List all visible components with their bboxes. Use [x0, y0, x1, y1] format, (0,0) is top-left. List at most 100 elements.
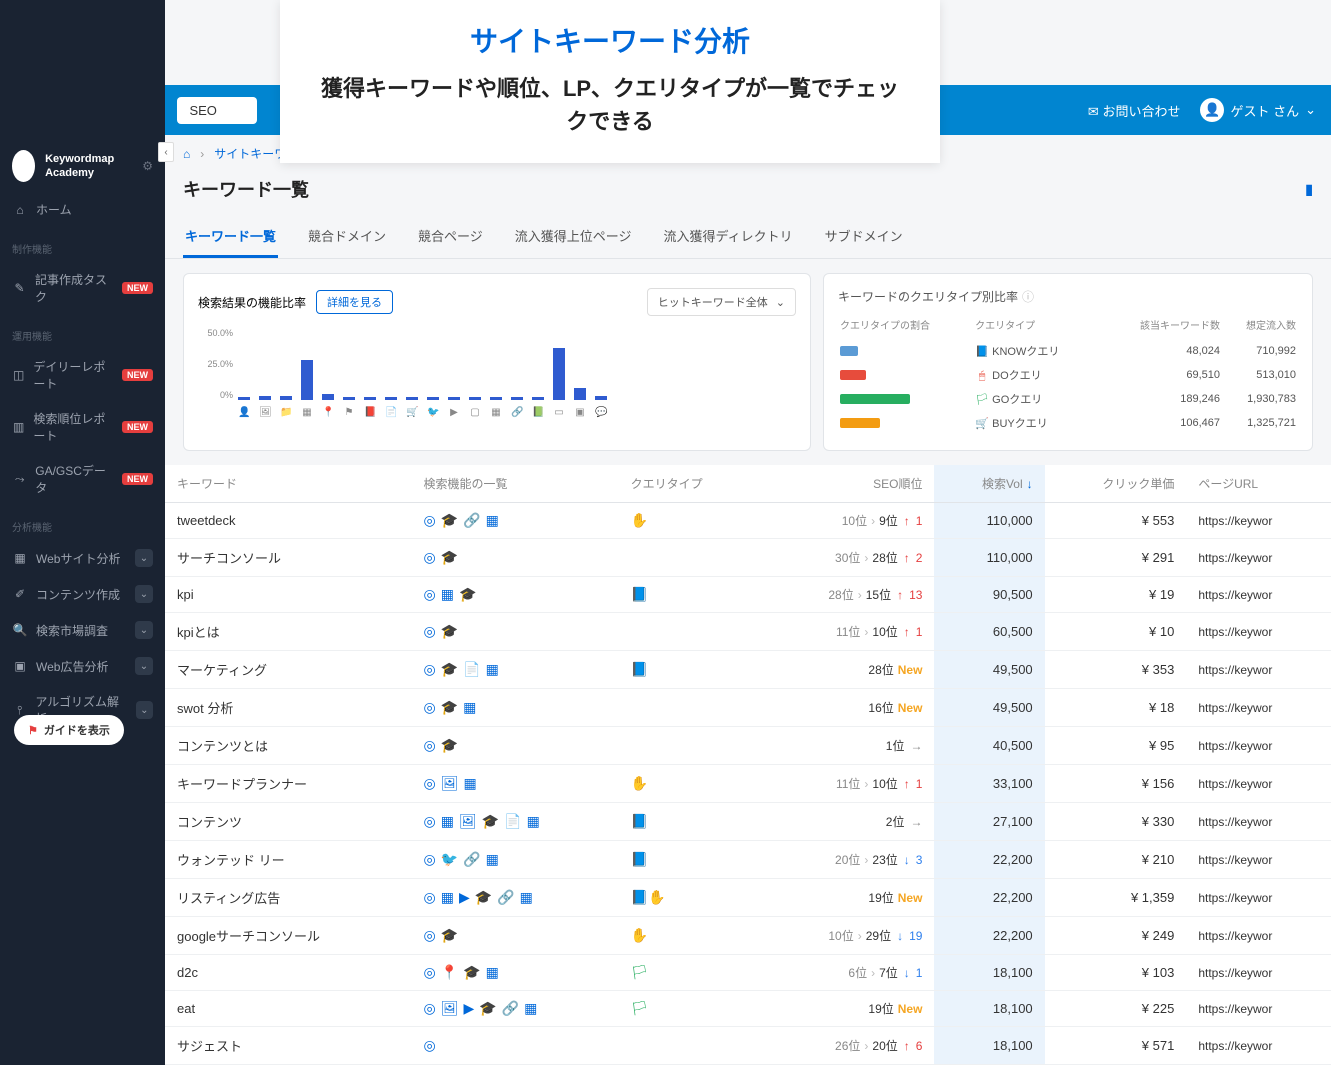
search-input[interactable]: SEO — [177, 97, 257, 124]
table-row[interactable]: コンテンツとは ◎🎓 1位→ 40,500 ¥ 95 https://keywo… — [165, 727, 1331, 765]
col-cpc[interactable]: クリック単価 — [1045, 465, 1187, 503]
feature-icon: ◎ — [423, 549, 435, 566]
chart-bar — [280, 396, 292, 400]
col-volume[interactable]: 検索Vol↓ — [934, 465, 1044, 503]
contact-link[interactable]: ✉ お問い合わせ — [1088, 101, 1181, 120]
feature-icon: 📍 — [441, 964, 458, 981]
sidebar-item-daily[interactable]: ◫ デイリーレポート NEW — [0, 349, 165, 401]
feature-icon: 📄 — [504, 813, 521, 830]
table-row[interactable]: kpi ◎▦🎓 📘 28位›15位↑13 90,500 ¥ 19 https:/… — [165, 577, 1331, 613]
sidebar-brand[interactable]: ✦ Keywordmap Academy ⚙ — [0, 140, 165, 192]
chevron-down-icon: ⌄ — [136, 701, 153, 719]
tab-5[interactable]: サブドメイン — [823, 216, 905, 258]
feature-icon: 🖼 — [441, 1000, 459, 1017]
feature-icon: 🎓 — [482, 813, 499, 830]
feature-icon: ◎ — [423, 851, 435, 868]
table-row[interactable]: swot 分析 ◎🎓▦ 16位New 49,500 ¥ 18 https://k… — [165, 689, 1331, 727]
sidebar-item-ads[interactable]: ▣ Web広告分析 ⌄ — [0, 648, 165, 684]
feature-icon: 🎓 — [463, 964, 480, 981]
feature-icon: ▦ — [463, 699, 476, 716]
feature-icon: 🎓 — [441, 699, 458, 716]
feature-icon: ◎ — [423, 737, 435, 754]
query-type-row: 🛒 BUYクエリ 106,467 1,325,721 — [840, 412, 1296, 434]
feature-icon: ▦ — [520, 889, 533, 906]
ads-icon: ▣ — [12, 659, 28, 673]
chevron-down-icon: ⌄ — [1305, 102, 1316, 118]
table-row[interactable]: コンテンツ ◎▦🖼🎓📄▦ 📘 2位→ 27,100 ¥ 330 https://… — [165, 803, 1331, 841]
guide-button[interactable]: ⚑ ガイドを表示 — [14, 715, 124, 745]
feature-icon: ◎ — [423, 623, 435, 640]
table-row[interactable]: リスティング広告 ◎▦▶🎓🔗▦ 📘✋ 19位New 22,200 ¥ 1,359… — [165, 879, 1331, 917]
sidebar-collapse-button[interactable]: ‹ — [158, 142, 174, 162]
table-row[interactable]: ウォンテッド リー ◎🐦🔗▦ 📘 20位›23位↓3 22,200 ¥ 210 … — [165, 841, 1331, 879]
table-row[interactable]: サーチコンソール ◎🎓 30位›28位↑2 110,000 ¥ 291 http… — [165, 539, 1331, 577]
feature-icon: 🎓 — [475, 889, 492, 906]
feature-icon: ▦ — [527, 813, 540, 830]
chart-bar — [259, 396, 271, 400]
chart-bar — [448, 397, 460, 400]
sidebar-item-task[interactable]: ✎ 記事作成タスク NEW — [0, 262, 165, 314]
feature-icon: ◎ — [423, 661, 435, 678]
col-url[interactable]: ページURL — [1186, 465, 1331, 503]
col-keyword[interactable]: キーワード — [165, 465, 411, 503]
user-menu[interactable]: 👤 ゲスト さん ⌄ — [1200, 98, 1316, 122]
flag-icon: ⚑ — [28, 724, 38, 737]
chart-bar — [532, 397, 544, 400]
feature-icon: ▦ — [486, 661, 499, 678]
feature-icon: ▦ — [486, 851, 499, 868]
tab-2[interactable]: 競合ページ — [416, 216, 485, 258]
feature-icon: ▦ — [441, 813, 454, 830]
tab-1[interactable]: 競合ドメイン — [306, 216, 388, 258]
sidebar-item-market[interactable]: 🔍 検索市場調査 ⌄ — [0, 612, 165, 648]
report-icon: ◫ — [12, 368, 25, 382]
chevron-down-icon: ⌄ — [135, 585, 153, 603]
sidebar-item-rank[interactable]: ▥ 検索順位レポート NEW — [0, 401, 165, 453]
chart-bar — [406, 397, 418, 400]
tab-4[interactable]: 流入獲得ディレクトリ — [662, 216, 795, 258]
panel-feature-ratio: 検索結果の機能比率 詳細を見る ヒットキーワード全体 ⌄ 50.0% 25.0%… — [183, 273, 811, 451]
table-row[interactable]: d2c ◎📍🎓▦ 🏳 6位›7位↓1 18,100 ¥ 103 https://… — [165, 955, 1331, 991]
chart-bar — [238, 397, 250, 400]
table-row[interactable]: googleサーチコンソール ◎🎓 ✋ 10位›29位↓19 22,200 ¥ … — [165, 917, 1331, 955]
feature-icon: 🔗 — [463, 851, 480, 868]
sort-desc-icon: ↓ — [1027, 477, 1033, 491]
feature-icon: ◎ — [423, 964, 435, 981]
overlay-subtitle: 獲得キーワードや順位、LP、クエリタイプが一覧でチェックできる — [310, 72, 910, 138]
table-row[interactable]: eat ◎🖼▶🎓🔗▦ 🏳 19位New 18,100 ¥ 225 https:/… — [165, 991, 1331, 1027]
col-rank[interactable]: SEO順位 — [760, 465, 934, 503]
tab-0[interactable]: キーワード一覧 — [183, 216, 278, 258]
gear-icon[interactable]: ⚙ — [142, 159, 153, 173]
filter-dropdown[interactable]: ヒットキーワード全体 ⌄ — [647, 288, 796, 316]
breadcrumb-home[interactable]: ⌂ — [183, 147, 190, 161]
sidebar-item-site[interactable]: ▦ Webサイト分析 ⌄ — [0, 540, 165, 576]
help-icon[interactable]: ⓘ — [1022, 288, 1034, 305]
col-features[interactable]: 検索機能の一覧 — [411, 465, 618, 503]
table-row[interactable]: マーケティング ◎🎓📄▦ 📘 28位New 49,500 ¥ 353 https… — [165, 651, 1331, 689]
table-row[interactable]: サジェスト ◎ 26位›20位↑6 18,100 ¥ 571 https://k… — [165, 1027, 1331, 1065]
table-row[interactable]: キーワードプランナー ◎🖼▦ ✋ 11位›10位↑1 33,100 ¥ 156 … — [165, 765, 1331, 803]
brand-icon: ✦ — [12, 150, 35, 182]
feature-icon: ◎ — [423, 775, 435, 792]
detail-button[interactable]: 詳細を見る — [316, 290, 393, 314]
table-row[interactable]: tweetdeck ◎🎓🔗▦ ✋ 10位›9位↑1 110,000 ¥ 553 … — [165, 503, 1331, 539]
new-badge: NEW — [122, 473, 153, 485]
bookmark-icon[interactable]: ▮ — [1305, 181, 1313, 198]
sidebar-item-content[interactable]: ✐ コンテンツ作成 ⌄ — [0, 576, 165, 612]
feature-icon: 🔗 — [497, 889, 514, 906]
overlay-title: サイトキーワード分析 — [310, 20, 910, 60]
tab-3[interactable]: 流入獲得上位ページ — [513, 216, 634, 258]
chart-bar — [301, 360, 313, 400]
chart-bar — [553, 348, 565, 400]
sidebar-section: 運用機能 — [0, 322, 165, 349]
tabs: キーワード一覧競合ドメイン競合ページ流入獲得上位ページ流入獲得ディレクトリサブド… — [165, 216, 1331, 259]
chart-bar — [427, 397, 439, 400]
sidebar-home[interactable]: ⌂ ホーム — [0, 192, 165, 227]
chart-bar — [385, 397, 397, 400]
feature-icon: 🎓 — [459, 586, 476, 603]
search-icon: 🔍 — [12, 623, 28, 637]
table-row[interactable]: kpiとは ◎🎓 11位›10位↑1 60,500 ¥ 10 https://k… — [165, 613, 1331, 651]
new-badge: NEW — [122, 369, 153, 381]
col-querytype[interactable]: クエリタイプ — [619, 465, 761, 503]
sidebar: ✦ Keywordmap Academy ⚙ ⌂ ホーム 制作機能 ✎ 記事作成… — [0, 0, 165, 1065]
sidebar-item-ga[interactable]: ⤳ GA/GSCデータ NEW — [0, 453, 165, 505]
